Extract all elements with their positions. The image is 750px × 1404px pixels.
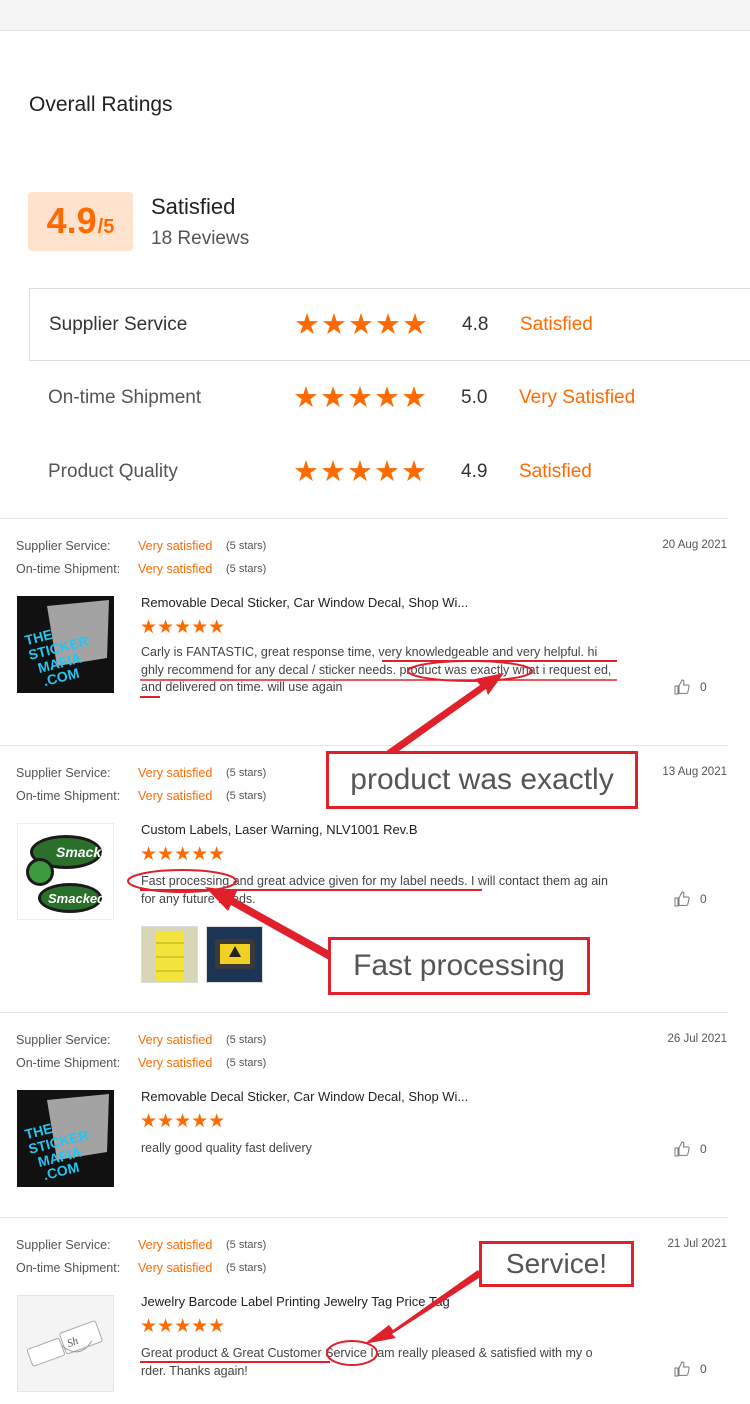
supplier-service-value: Very satisfied bbox=[138, 766, 213, 780]
callout-product-exactly: product was exactly bbox=[326, 751, 638, 809]
sticker-mafia-logo: THE STICKER MAFIA .COM bbox=[17, 1090, 114, 1187]
product-thumbnail[interactable]: THE STICKER MAFIA .COM bbox=[17, 596, 114, 693]
review-text: really good quality fast delivery bbox=[141, 1141, 312, 1155]
star-rating-icon: ★★★★★ bbox=[293, 456, 428, 488]
review-item: Supplier Service: Very satisfied (5 star… bbox=[0, 1013, 750, 1217]
shipment-stars: (5 stars) bbox=[226, 563, 267, 575]
label-roll-image bbox=[142, 927, 197, 982]
rating-text: Satisfied bbox=[519, 461, 592, 482]
top-bar bbox=[0, 0, 750, 31]
supplier-service-label: Supplier Service: bbox=[16, 766, 111, 780]
supplier-service-stars: (5 stars) bbox=[226, 540, 267, 552]
overall-score-badge: 4.9 /5 bbox=[28, 192, 133, 251]
review-text: Fast processing and great advice given f… bbox=[141, 874, 608, 906]
like-button[interactable]: 0 bbox=[674, 1141, 707, 1157]
supplier-service-stars: (5 stars) bbox=[226, 1034, 267, 1046]
review-count: 18 Reviews bbox=[151, 228, 250, 249]
like-count: 0 bbox=[700, 1142, 707, 1156]
review-text: Great product & Great Customer Service I… bbox=[141, 1346, 593, 1378]
callout-service: Service! bbox=[479, 1241, 634, 1287]
device-label-image bbox=[207, 927, 262, 982]
rating-row-supplier-service[interactable]: Supplier Service ★★★★★ 4.8 Satisfied bbox=[29, 288, 750, 361]
supplier-service-value: Very satisfied bbox=[138, 539, 213, 553]
product-title[interactable]: Custom Labels, Laser Warning, NLV1001 Re… bbox=[141, 822, 418, 837]
supplier-service-label: Supplier Service: bbox=[16, 1238, 111, 1252]
callout-fast-processing: Fast processing bbox=[328, 937, 590, 995]
supplier-service-value: Very satisfied bbox=[138, 1238, 213, 1252]
review-star-icons: ★★★★★ bbox=[140, 1316, 226, 1337]
supplier-service-label: Supplier Service: bbox=[16, 539, 111, 553]
supplier-service-label: Supplier Service: bbox=[16, 1033, 111, 1047]
svg-text:Smacked: Smacked bbox=[56, 844, 114, 860]
thumbs-up-icon bbox=[674, 1361, 690, 1377]
sticker-mafia-logo: THE STICKER MAFIA .COM bbox=[17, 596, 114, 693]
review-star-icons: ★★★★★ bbox=[140, 844, 226, 865]
star-rating-icon: ★★★★★ bbox=[294, 309, 429, 341]
rating-text: Very Satisfied bbox=[519, 387, 636, 408]
rating-text: Satisfied bbox=[520, 314, 593, 335]
rating-label: Supplier Service bbox=[49, 314, 188, 335]
like-count: 0 bbox=[700, 680, 707, 694]
rating-row-on-time-shipment[interactable]: On-time Shipment ★★★★★ 5.0 Very Satisfie… bbox=[29, 362, 750, 435]
shipment-value: Very satisfied bbox=[138, 562, 213, 576]
shipment-label: On-time Shipment: bbox=[16, 789, 121, 803]
review-item: Supplier Service: Very satisfied (5 star… bbox=[0, 1218, 750, 1404]
review-date: 26 Jul 2021 bbox=[667, 1033, 727, 1045]
like-button[interactable]: 0 bbox=[674, 1361, 707, 1377]
review-date: 13 Aug 2021 bbox=[662, 766, 727, 778]
supplier-service-value: Very satisfied bbox=[138, 1033, 213, 1047]
overall-ratings-title: Overall Ratings bbox=[29, 93, 173, 116]
review-item: Supplier Service: Very satisfied (5 star… bbox=[0, 519, 750, 745]
rating-score: 5.0 bbox=[461, 387, 488, 408]
product-thumbnail[interactable]: THE STICKER MAFIA .COM bbox=[17, 1090, 114, 1187]
shipment-label: On-time Shipment: bbox=[16, 1056, 121, 1070]
rating-score: 4.9 bbox=[461, 461, 488, 482]
overall-score-denominator: /5 bbox=[97, 216, 115, 238]
overall-score: 4.9 bbox=[46, 200, 97, 241]
star-rating-icon: ★★★★★ bbox=[293, 382, 428, 414]
shipment-value: Very satisfied bbox=[138, 789, 213, 803]
shipment-value: Very satisfied bbox=[138, 1261, 213, 1275]
rating-label: Product Quality bbox=[48, 461, 178, 482]
supplier-service-stars: (5 stars) bbox=[226, 767, 267, 779]
like-count: 0 bbox=[700, 892, 707, 906]
supplier-service-stars: (5 stars) bbox=[226, 1239, 267, 1251]
thumbs-up-icon bbox=[674, 1141, 690, 1157]
product-title[interactable]: Removable Decal Sticker, Car Window Deca… bbox=[141, 595, 468, 610]
review-star-icons: ★★★★★ bbox=[140, 617, 226, 638]
jewelry-tag-image: Sh bbox=[18, 1296, 113, 1391]
review-text: Carly is FANTASTIC, great response time,… bbox=[141, 645, 612, 694]
rating-row-product-quality[interactable]: Product Quality ★★★★★ 4.9 Satisfied bbox=[29, 436, 750, 509]
like-count: 0 bbox=[700, 1362, 707, 1376]
review-photo[interactable] bbox=[206, 926, 263, 983]
review-date: 21 Jul 2021 bbox=[667, 1238, 727, 1250]
review-photo[interactable] bbox=[141, 926, 198, 983]
review-star-icons: ★★★★★ bbox=[140, 1111, 226, 1132]
shipment-value: Very satisfied bbox=[138, 1056, 213, 1070]
svg-text:Smacked: Smacked bbox=[48, 891, 106, 906]
like-button[interactable]: 0 bbox=[674, 891, 707, 907]
shipment-label: On-time Shipment: bbox=[16, 1261, 121, 1275]
review-date: 20 Aug 2021 bbox=[662, 539, 727, 551]
shipment-stars: (5 stars) bbox=[226, 1262, 267, 1274]
like-button[interactable]: 0 bbox=[674, 679, 707, 695]
shipment-stars: (5 stars) bbox=[226, 1057, 267, 1069]
thumbs-up-icon bbox=[674, 679, 690, 695]
thumbs-up-icon bbox=[674, 891, 690, 907]
shipment-stars: (5 stars) bbox=[226, 790, 267, 802]
smacked-logo: Smacked Smacked bbox=[26, 835, 114, 913]
product-thumbnail[interactable]: Smacked Smacked bbox=[17, 823, 114, 920]
rating-label: On-time Shipment bbox=[48, 387, 202, 408]
rating-score: 4.8 bbox=[462, 314, 489, 335]
product-title[interactable]: Removable Decal Sticker, Car Window Deca… bbox=[141, 1089, 468, 1104]
product-thumbnail[interactable]: Sh bbox=[17, 1295, 114, 1392]
shipment-label: On-time Shipment: bbox=[16, 562, 121, 576]
product-title[interactable]: Jewelry Barcode Label Printing Jewelry T… bbox=[141, 1294, 450, 1309]
overall-satisfaction: Satisfied bbox=[151, 194, 236, 219]
